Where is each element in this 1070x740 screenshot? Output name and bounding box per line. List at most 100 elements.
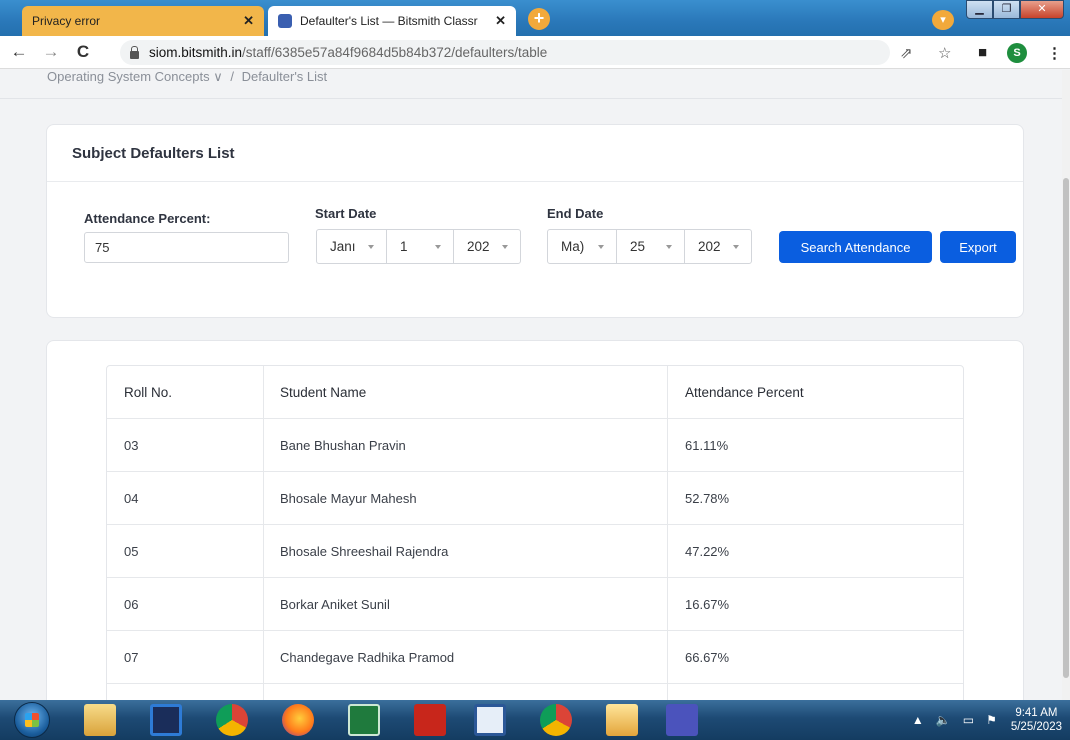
tab-defaulters-list[interactable]: Defaulter's List — Bitsmith Classr ✕: [268, 6, 516, 36]
browser-menu-icon[interactable]: ⋮: [1047, 44, 1062, 62]
teams-icon[interactable]: [666, 704, 698, 736]
cell-roll: 05: [107, 525, 264, 577]
cell-percent: 66.67%: [685, 649, 730, 665]
url-host: siom.bitsmith.in: [149, 45, 243, 60]
file-explorer-icon[interactable]: [84, 704, 116, 736]
share-icon[interactable]: ⇗: [900, 44, 913, 62]
action-center-icon[interactable]: ⚑: [986, 713, 997, 727]
start-day-value: 1: [400, 239, 408, 254]
cell-name: Bhosale Shreeshail Rajendra: [264, 525, 668, 577]
chevron-down-icon: [368, 245, 374, 249]
chevron-down-icon: [733, 245, 739, 249]
chevron-down-icon: [598, 245, 604, 249]
tab-title: Privacy error: [32, 14, 101, 28]
forward-icon[interactable]: →: [38, 39, 64, 65]
clock-time: 9:41 AM: [1015, 707, 1058, 719]
word-icon[interactable]: [474, 704, 506, 736]
address-bar[interactable]: siom.bitsmith.in/staff/6385e57a84f9684d5…: [120, 40, 890, 65]
cell-name: Chandegave Radhika Pramod: [264, 631, 668, 683]
tab-title: Defaulter's List — Bitsmith Classr: [300, 14, 478, 28]
start-year-select[interactable]: 202: [454, 230, 520, 263]
cell-roll: [107, 684, 264, 700]
search-attendance-button[interactable]: Search Attendance: [779, 231, 932, 263]
close-tab-icon[interactable]: ✕: [495, 13, 506, 29]
windows-taskbar: ▲ 🔈 ▭ ⚑ 9:41 AM 5/25/2023: [0, 700, 1070, 740]
chevron-down-icon: [666, 245, 672, 249]
cell-roll: 06: [107, 578, 264, 630]
system-tray: ▲ 🔈 ▭ ⚑ 9:41 AM 5/25/2023: [900, 700, 1062, 740]
reload-icon[interactable]: C: [70, 39, 96, 65]
export-button[interactable]: Export: [940, 231, 1016, 263]
cell-percent: [668, 684, 963, 700]
start-day-select[interactable]: 1: [387, 230, 454, 263]
attendance-percent-input[interactable]: 75: [84, 232, 289, 263]
card-title: Subject Defaulters List: [47, 125, 1023, 182]
url-path: /staff/6385e57a84f9684d5b84b372/defaulte…: [242, 45, 548, 60]
outlook-icon[interactable]: [606, 704, 638, 736]
show-hidden-icons-icon[interactable]: ▲: [912, 713, 924, 727]
volume-icon[interactable]: 🔈: [936, 713, 951, 727]
minimize-button[interactable]: ▁: [966, 0, 993, 19]
start-month-value: Janı: [330, 239, 356, 254]
clock-date: 5/25/2023: [1010, 721, 1062, 733]
end-year-value: 202: [698, 239, 721, 254]
firefox-icon[interactable]: [282, 704, 314, 736]
column-header-roll: Roll No.: [107, 366, 264, 418]
end-month-select[interactable]: Ma): [548, 230, 617, 263]
breadcrumb-course[interactable]: Operating System Concepts ∨: [47, 70, 223, 84]
network-icon[interactable]: ▭: [963, 713, 974, 727]
tab-privacy-error[interactable]: Privacy error ✕: [22, 6, 264, 36]
end-date-picker: Ma) 25 202: [547, 229, 752, 264]
new-tab-button[interactable]: +: [528, 8, 550, 30]
end-year-select[interactable]: 202: [685, 230, 751, 263]
site-favicon-icon: [278, 14, 292, 28]
scrollbar-thumb[interactable]: [1063, 178, 1069, 678]
browser-toolbar: ← → C siom.bitsmith.in/staff/6385e57a84f…: [0, 36, 1070, 69]
cell-percent: 61.11%: [685, 437, 729, 453]
start-date-picker: Janı 1 202: [316, 229, 521, 264]
cell-percent: 47.22%: [685, 543, 730, 559]
cell-percent: 16.67%: [685, 596, 730, 612]
end-day-select[interactable]: 25: [617, 230, 685, 263]
filter-card: Subject Defaulters List Attendance Perce…: [46, 124, 1024, 318]
back-icon[interactable]: ←: [6, 39, 32, 65]
bookmark-star-icon[interactable]: ☆: [938, 44, 951, 62]
close-tab-icon[interactable]: ✕: [243, 13, 254, 29]
start-month-select[interactable]: Janı: [317, 230, 387, 263]
chrome-profile-icon[interactable]: [540, 704, 572, 736]
end-month-value: Ma): [561, 239, 585, 254]
tab-search-icon[interactable]: ▾: [932, 10, 954, 30]
cell-roll: 07: [107, 631, 264, 683]
cell-name: Bane Bhushan Pravin: [264, 419, 668, 471]
page-scrollbar[interactable]: [1062, 70, 1070, 700]
start-button[interactable]: [14, 702, 50, 738]
chrome-icon[interactable]: [216, 704, 248, 736]
table-row: 06 Borkar Aniket Sunil 16.67%: [107, 578, 963, 631]
end-day-value: 25: [630, 239, 646, 254]
cell-name: Bhosale Mayur Mahesh: [264, 472, 668, 524]
table-row: 03 Bane Bhushan Pravin 61.11%: [107, 419, 963, 472]
maximize-button[interactable]: ❐: [993, 0, 1020, 19]
profile-avatar[interactable]: S: [1007, 43, 1027, 63]
acrobat-icon[interactable]: [414, 704, 446, 736]
defaulters-table-card: Roll No. Student Name Attendance Percent…: [46, 340, 1024, 700]
side-panel-icon[interactable]: ■: [978, 44, 987, 61]
breadcrumb-separator: /: [230, 70, 234, 84]
column-header-percent: Attendance Percent: [685, 384, 804, 400]
cell-roll: 03: [107, 419, 264, 471]
breadcrumb-divider: [0, 98, 1062, 99]
cell-name: Borkar Aniket Sunil: [264, 578, 668, 630]
close-window-button[interactable]: ✕: [1020, 0, 1064, 19]
media-player-icon[interactable]: [150, 704, 182, 736]
end-date-label: End Date: [547, 206, 604, 221]
chevron-down-icon: [502, 245, 508, 249]
table-row: 04 Bhosale Mayur Mahesh 52.78%: [107, 472, 963, 525]
system-clock[interactable]: 9:41 AM 5/25/2023: [1011, 706, 1062, 734]
cell-percent: 52.78%: [685, 490, 730, 506]
cell-name: [264, 684, 668, 700]
column-header-name: Student Name: [264, 366, 668, 418]
window-controls: ▁ ❐ ✕: [966, 0, 1064, 20]
breadcrumb: Operating System Concepts ∨ / Defaulter'…: [47, 70, 327, 84]
excel-icon[interactable]: [348, 704, 380, 736]
start-date-label: Start Date: [315, 206, 377, 221]
